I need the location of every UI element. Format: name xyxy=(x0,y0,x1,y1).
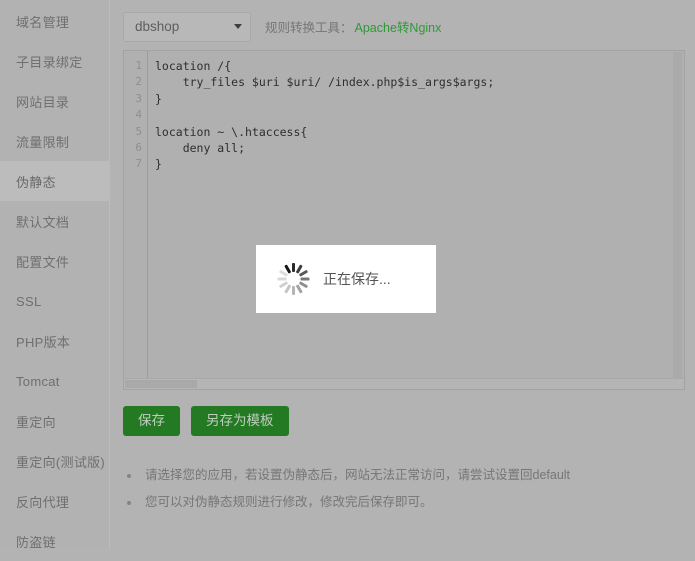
sidebar-item[interactable]: PHP版本 xyxy=(0,321,109,361)
sidebar: 域名管理子目录绑定网站目录流量限制伪静态默认文档配置文件 SSL PHP版本 Tomc… xyxy=(0,0,110,550)
sidebar-item[interactable]: 反向代理 xyxy=(0,481,109,521)
sidebar-item[interactable]: 流量限制 xyxy=(0,121,109,161)
sidebar-item[interactable]: 网站目录 xyxy=(0,81,109,121)
hint-item: 您可以对伪静态规则进行修改，修改完后保存即可。 xyxy=(123,489,685,516)
spinner-spoke xyxy=(291,263,295,272)
editor-horizontal-scrollbar-track[interactable] xyxy=(124,378,684,389)
editor-horizontal-scrollbar-thumb[interactable] xyxy=(125,380,197,388)
apache-to-nginx-link[interactable]: Apache转Nginx xyxy=(355,17,442,36)
saving-modal-text: 正在保存... xyxy=(323,271,391,287)
sidebar-item-label: 默认文档 xyxy=(16,214,70,230)
sidebar-item-label: 反向代理 xyxy=(16,494,70,510)
editor-line-number: 7 xyxy=(135,157,142,171)
rewrite-rules-editor[interactable]: 1 2 3 4 5 6 7 location /{ try_files $uri $uri/… xyxy=(123,50,685,390)
hint-item: 请选择您的应用，若设置伪静态后，网站无法正常访问，请尝试设置回default xyxy=(123,462,685,489)
application-select-value: dbshop xyxy=(135,19,180,34)
editor-line-numbers: 1 2 3 4 5 6 7 xyxy=(124,51,148,380)
sidebar-item-label: 子目录绑定 xyxy=(16,54,83,70)
sidebar-item[interactable]: 防盗链 xyxy=(0,521,109,561)
save-button[interactable]: 保存 xyxy=(123,406,180,437)
sidebar-item[interactable]: 默认文档 xyxy=(0,201,109,241)
sidebar-item[interactable]: Tomcat xyxy=(0,361,109,401)
editor-line-number: 4 xyxy=(135,108,142,122)
editor-line-number: 5 xyxy=(135,124,142,138)
action-buttons: 保存 另存为模板 xyxy=(123,406,685,437)
sidebar-item-label: 流量限制 xyxy=(16,134,70,150)
editor-code-text: location /{ try_files $uri $uri/ /index.… xyxy=(155,59,495,172)
editor-line-number: 3 xyxy=(135,91,142,105)
spinner-spoke xyxy=(291,286,295,295)
sidebar-item[interactable]: 配置文件 xyxy=(0,241,109,281)
page-root: 域名管理子目录绑定网站目录流量限制伪静态默认文档配置文件 SSL PHP版本 Tomc… xyxy=(0,0,695,550)
sidebar-item-label: 配置文件 xyxy=(16,254,70,270)
sidebar-item-label: Tomcat xyxy=(16,373,60,389)
sidebar-item[interactable]: 重定向 xyxy=(0,401,109,441)
sidebar-item[interactable]: 伪静态 xyxy=(0,161,109,201)
sidebar-item-label: PHP版本 xyxy=(16,334,71,350)
editor-inner: 1 2 3 4 5 6 7 location /{ try_files $uri $uri/… xyxy=(124,51,684,380)
sidebar-item[interactable]: SSL xyxy=(0,281,109,321)
converter-label: 规则转换工具： xyxy=(265,21,353,35)
application-select[interactable]: dbshop xyxy=(123,11,251,42)
sidebar-item-label: 重定向(测试版) xyxy=(16,454,106,470)
sidebar-item[interactable]: 子目录绑定 xyxy=(0,41,109,81)
editor-line-number: 2 xyxy=(135,75,142,89)
hint-list: 请选择您的应用，若设置伪静态后，网站无法正常访问，请尝试设置回default 您可… xyxy=(123,462,685,516)
save-as-template-button[interactable]: 另存为模板 xyxy=(191,406,289,437)
saving-modal: 正在保存... xyxy=(256,245,436,313)
sidebar-item[interactable]: 重定向(测试版) xyxy=(0,441,109,481)
editor-vertical-scrollbar[interactable] xyxy=(673,52,682,378)
sidebar-item-label: 域名管理 xyxy=(16,14,70,30)
spinner-spoke xyxy=(300,277,309,281)
sidebar-item[interactable]: 域名管理 xyxy=(0,1,109,41)
spinner-spoke xyxy=(277,277,286,281)
editor-line-number: 6 xyxy=(135,141,142,155)
loading-spinner-icon xyxy=(276,262,310,296)
toolbar: dbshop 规则转换工具： Apache转Nginx xyxy=(123,0,685,50)
sidebar-item-label: 伪静态 xyxy=(16,174,56,190)
editor-line-number: 1 xyxy=(135,59,142,72)
editor-code-area[interactable]: location /{ try_files $uri $uri/ /index.… xyxy=(148,51,684,380)
sidebar-item-label: 网站目录 xyxy=(16,94,70,110)
sidebar-item-label: SSL xyxy=(16,293,42,309)
sidebar-item-label: 重定向 xyxy=(16,414,56,430)
sidebar-item-label: 防盗链 xyxy=(16,534,56,550)
chevron-down-icon xyxy=(234,24,242,29)
